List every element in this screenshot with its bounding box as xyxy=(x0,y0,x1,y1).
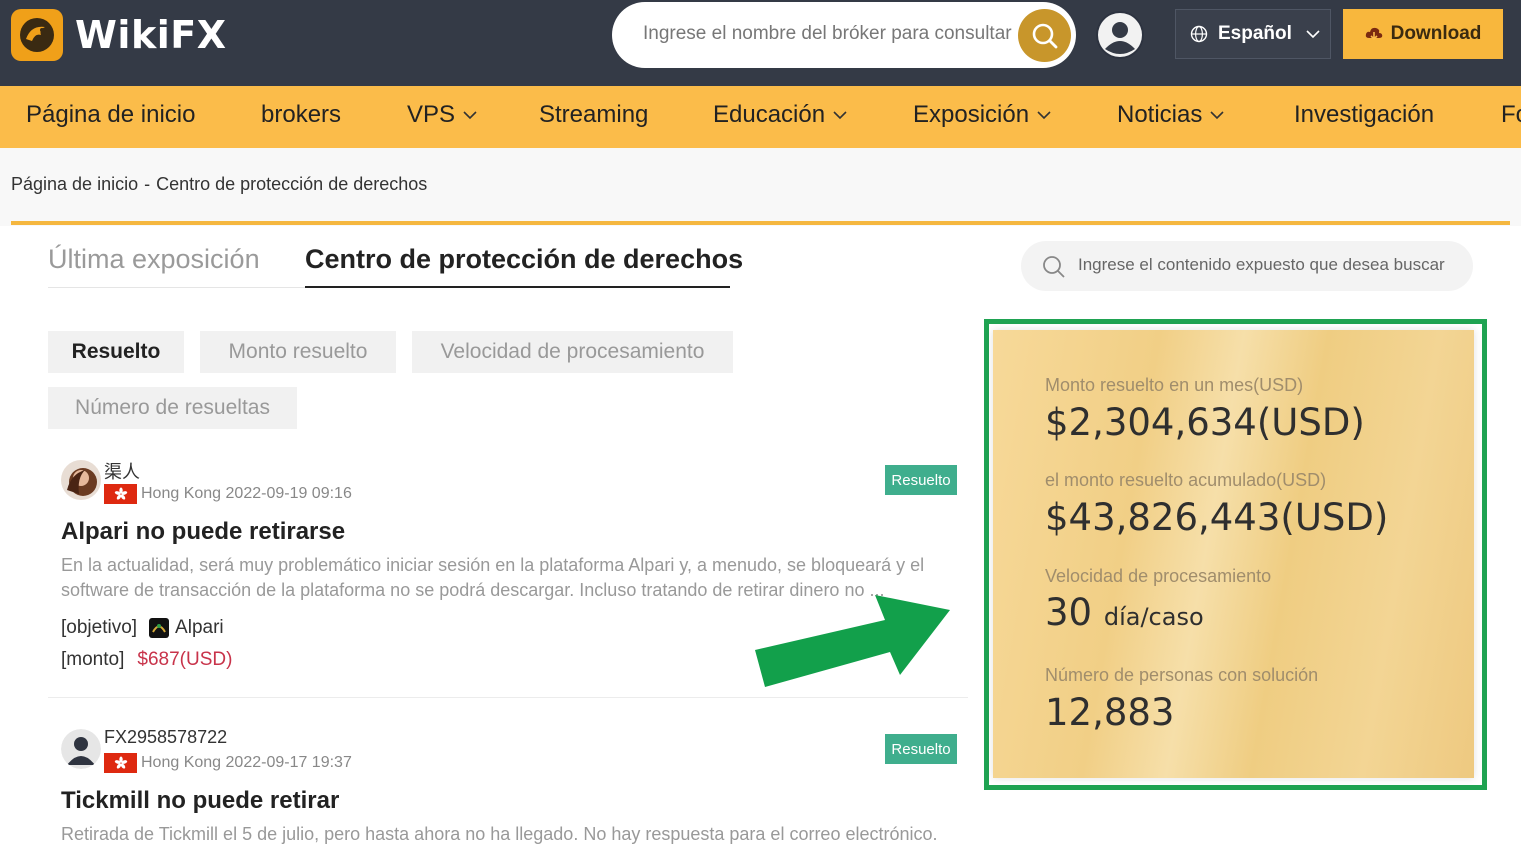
exposure-search[interactable]: Ingrese el contenido expuesto que desea … xyxy=(1021,241,1473,291)
brand-name: WikiFX xyxy=(75,13,227,57)
chevron-down-icon xyxy=(1037,110,1051,119)
chevron-down-icon xyxy=(1306,30,1320,39)
breadcrumb-home[interactable]: Página de inicio xyxy=(11,174,138,194)
arrow-annotation-icon xyxy=(755,595,950,687)
case-amount-label: [monto] xyxy=(61,649,125,670)
nav-item-news[interactable]: Noticias xyxy=(1117,101,1224,129)
eagle-icon xyxy=(11,9,63,61)
nav-item-education[interactable]: Educación xyxy=(713,101,847,129)
breadcrumb-separator: - xyxy=(144,174,151,194)
case-amount: $687(USD) xyxy=(137,649,233,670)
chevron-down-icon xyxy=(463,110,477,119)
nav-item-research[interactable]: Investigación xyxy=(1294,101,1434,129)
language-label: Español xyxy=(1218,23,1292,44)
case-date: 2022-09-19 09:16 xyxy=(225,485,352,502)
chevron-down-icon xyxy=(833,110,847,119)
case-title[interactable]: Tickmill no puede retirar xyxy=(61,787,339,815)
globe-icon xyxy=(1190,25,1208,43)
top-header: WikiFX Ingrese el nombre del bróker para… xyxy=(0,0,1521,86)
language-selector[interactable]: Español xyxy=(1175,9,1331,59)
search-icon xyxy=(1043,256,1065,278)
stat-speed-label: Velocidad de procesamiento xyxy=(1045,566,1272,586)
case-date: 2022-09-17 19:37 xyxy=(225,754,352,771)
chevron-down-icon xyxy=(1210,110,1224,119)
status-badge: Resuelto xyxy=(885,734,957,764)
alpari-logo-icon xyxy=(149,618,170,638)
stat-month-label: Monto resuelto en un mes(USD) xyxy=(1045,375,1304,395)
filter-resolved-amount[interactable]: Monto resuelto xyxy=(200,331,396,373)
nav-item-vps[interactable]: VPS xyxy=(407,101,477,129)
filter-resolved[interactable]: Resuelto xyxy=(48,331,184,373)
nav-item-exposure[interactable]: Exposición xyxy=(913,101,1051,129)
broker-search-input[interactable]: Ingrese el nombre del bróker para consul… xyxy=(643,23,1013,45)
case-title[interactable]: Alpari no puede retirarse xyxy=(61,518,345,546)
case-divider xyxy=(48,697,968,698)
avatar xyxy=(61,729,101,769)
nav-item-home[interactable]: Página de inicio xyxy=(26,101,195,129)
stat-people-label: Número de personas con solución xyxy=(1045,665,1319,685)
exposure-search-input[interactable]: Ingrese el contenido expuesto que desea … xyxy=(1078,255,1458,275)
search-icon xyxy=(1032,23,1057,48)
filter-processing-speed[interactable]: Velocidad de procesamiento xyxy=(412,331,733,373)
main-nav: Página de inicio brokers VPS Streaming E… xyxy=(0,86,1521,148)
stat-speed-value: 30 xyxy=(1045,591,1093,634)
case-location: Hong Kong xyxy=(141,485,222,502)
breadcrumb: Página de inicio - Centro de protección de… xyxy=(0,148,1521,226)
filter-resolved-count[interactable]: Número de resueltas xyxy=(48,387,297,429)
stat-month-value: $2,304,634(USD) xyxy=(1045,401,1365,444)
stat-speed-unit: día/caso xyxy=(1103,603,1204,631)
stat-people-value: 12,883 xyxy=(1045,691,1175,734)
nav-item-brokers[interactable]: brokers xyxy=(261,101,341,129)
download-button[interactable]: Download xyxy=(1343,9,1503,59)
nav-item-streaming[interactable]: Streaming xyxy=(539,101,648,129)
nav-item-more[interactable]: Fo xyxy=(1501,101,1521,129)
download-label: Download xyxy=(1390,23,1482,44)
accent-divider xyxy=(11,221,1510,225)
broker-search[interactable]: Ingrese el nombre del bróker para consul… xyxy=(612,2,1076,68)
hong-kong-flag-icon xyxy=(104,753,137,773)
case-location: Hong Kong xyxy=(141,754,222,771)
cloud-download-icon xyxy=(1365,27,1382,41)
search-button[interactable] xyxy=(1018,9,1071,62)
case-user-name: FX2958578722 xyxy=(104,727,228,747)
user-avatar[interactable] xyxy=(1096,11,1144,59)
avatar xyxy=(61,460,101,500)
wikifx-logo[interactable]: WikiFX xyxy=(11,9,227,61)
tab-rights-protection-center[interactable]: Centro de protección de derechos xyxy=(305,244,743,275)
case-user-name: 渠人 xyxy=(104,462,140,482)
user-icon xyxy=(1098,13,1142,57)
tab-latest-exposure[interactable]: Última exposición xyxy=(48,244,260,275)
breadcrumb-current: Centro de protección de derechos xyxy=(156,174,428,194)
stat-total-label: el monto resuelto acumulado(USD) xyxy=(1045,470,1327,490)
hong-kong-flag-icon xyxy=(104,484,137,504)
stat-total-value: $43,826,443(USD) xyxy=(1045,496,1389,539)
case-description: Retirada de Tickmill el 5 de julio, pero… xyxy=(61,824,938,844)
active-tab-underline xyxy=(305,286,730,288)
status-badge: Resuelto xyxy=(885,465,957,495)
case-target-broker[interactable]: Alpari xyxy=(175,617,224,639)
case-target-label: [objetivo] xyxy=(61,617,138,638)
